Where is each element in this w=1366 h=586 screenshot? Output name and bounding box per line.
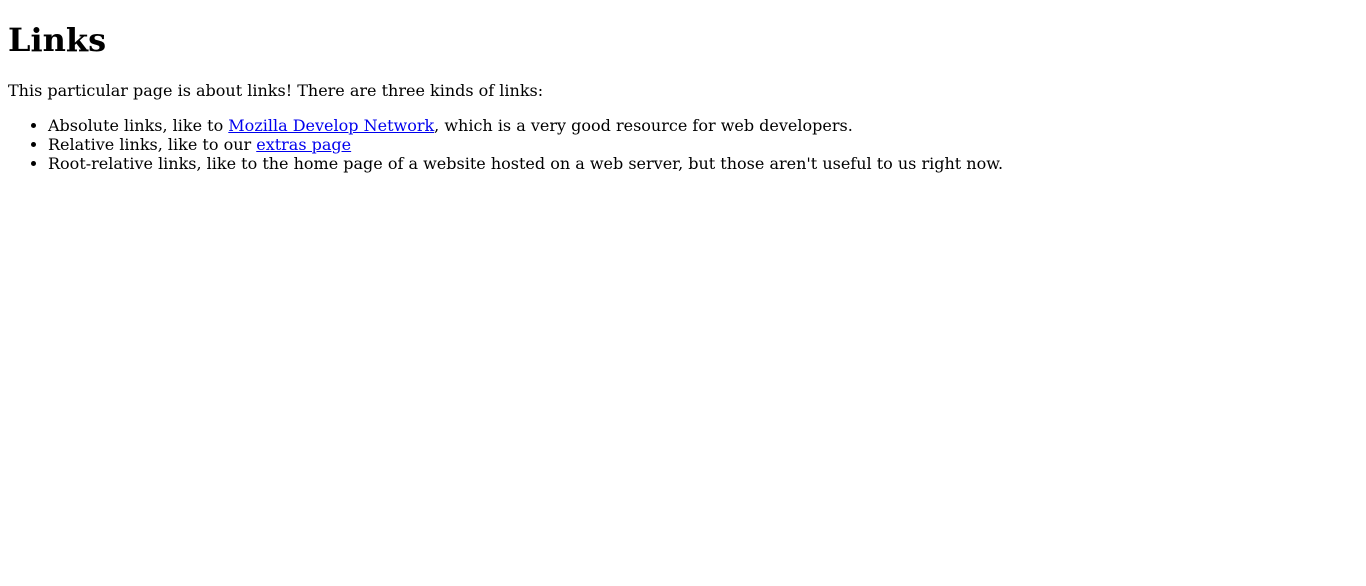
list-item-absolute-links: Absolute links, like to Mozilla Develop … <box>48 116 1358 135</box>
list-item-text: Relative links, like to our <box>48 135 257 154</box>
list-item-root-relative-links: Root-relative links, like to the home pa… <box>48 154 1358 173</box>
mozilla-develop-network-link[interactable]: Mozilla Develop Network <box>228 116 434 135</box>
intro-paragraph: This particular page is about links! The… <box>8 81 544 100</box>
list-item-text: Absolute links, like to <box>48 116 229 135</box>
list-item-text: , which is a very good resource for web … <box>434 116 853 135</box>
list-item-text: Root-relative links, like to the home pa… <box>48 154 1004 173</box>
links-list: Absolute links, like to Mozilla Develop … <box>8 116 1358 173</box>
list-item-relative-links: Relative links, like to our extras page <box>48 135 1358 154</box>
page-content: Links This particular page is about link… <box>0 21 1366 173</box>
page-title: Links <box>8 21 107 59</box>
extras-page-link[interactable]: extras page <box>256 135 351 154</box>
